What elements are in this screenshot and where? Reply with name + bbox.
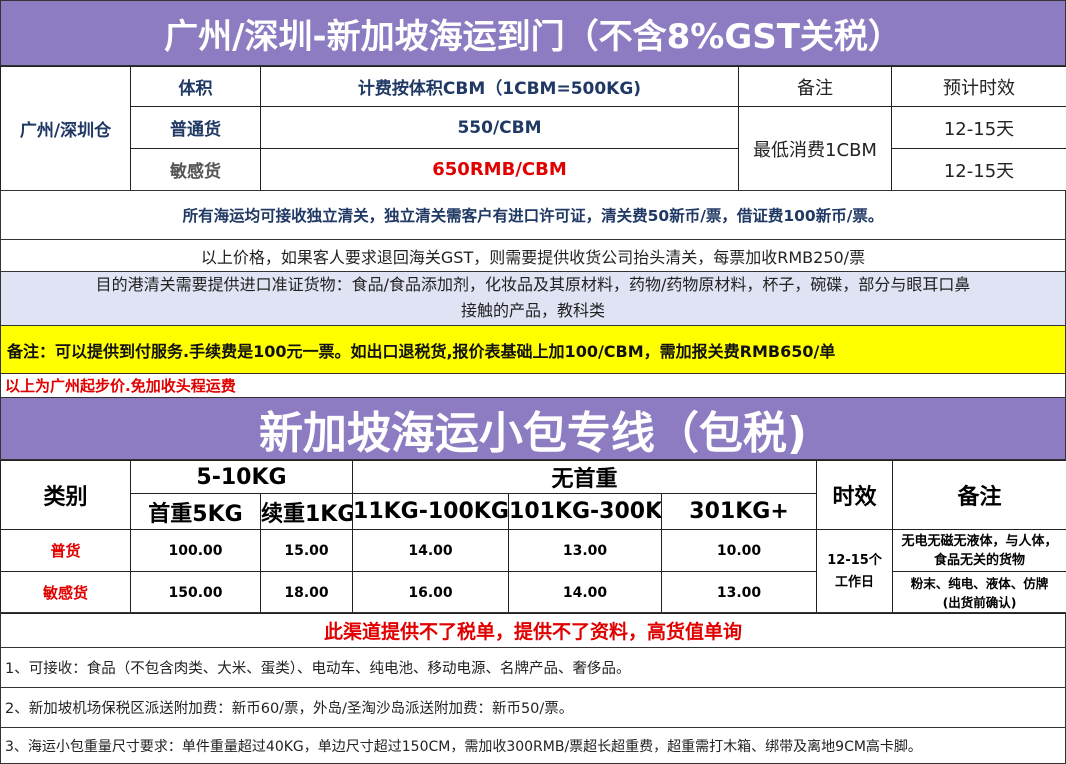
sensitive-row-remark: 粉末、纯电、液体、仿牌 (出货前确认) (892, 571, 1066, 614)
billing-header: 计费按体积CBM（1CBM=500KG) (260, 66, 739, 107)
general-row-301: 10.00 (661, 529, 818, 572)
sea-freight-table: 广州/深圳仓 体积 计费按体积CBM（1CBM=500KG) 备注 预计时效 普… (0, 66, 1066, 191)
group-no-first-weight-header: 无首重 (352, 460, 818, 494)
remark-header: 备注 (738, 66, 892, 107)
general-goods-eta: 12-15天 (891, 106, 1066, 149)
general-row-remark: 无电无磁无液体，与人体，食品无关的货物 (892, 529, 1066, 572)
sensitive-row-101-300: 14.00 (508, 571, 663, 614)
general-row-cont-1kg: 15.00 (259, 529, 354, 572)
sensitive-row-cont-1kg: 18.00 (259, 571, 354, 614)
cod-note: 备注：可以提供到付服务.手续费是100元一票。如出口退税货,报价表基础上加100… (0, 326, 1066, 374)
cont-1kg-header: 续重1KG (259, 493, 354, 530)
tax-warning: 此渠道提供不了税单，提供不了资料，高货值单询 (0, 612, 1066, 648)
parcel-eta-line-1: 12-15个 (827, 552, 882, 568)
min-charge: 最低消费1CBM (738, 106, 892, 191)
general-row-11-100: 14.00 (352, 529, 510, 572)
customs-note: 所有海运均可接收独立清关，独立清关需客户有进口许可证，清关费50新币/票，借证费… (0, 190, 1066, 240)
sensitive-remark-line-1: 粉末、纯电、液体、仿牌 (910, 575, 1049, 591)
permit-note-line-2: 接触的产品，教科类 (460, 301, 605, 320)
remark-header-2: 备注 (892, 460, 1066, 530)
eta-header-2: 时效 (816, 460, 894, 530)
volume-header: 体积 (130, 66, 261, 107)
first-5kg-header: 首重5KG (130, 493, 261, 530)
sensitive-goods-price: 650RMB/CBM (260, 148, 739, 191)
sensitive-row-11-100: 16.00 (352, 571, 510, 614)
group-5-10kg-header: 5-10KG (129, 460, 354, 494)
section2-title: 新加坡海运小包专线（包税) (0, 398, 1066, 460)
weight-size-note: 3、海运小包重量尺寸要求：单件重量超过40KG，单边尺寸超过150CM，需加收3… (0, 728, 1066, 764)
parcel-eta-line-2: 工作日 (835, 574, 875, 590)
range-301-header: 301KG+ (661, 493, 818, 530)
warehouse-label: 广州/深圳仓 (0, 66, 131, 191)
accepted-goods-note: 1、可接收：食品（不包含肉类、大米、蛋类）、电动车、纯电池、移动电源、名牌产品、… (0, 648, 1066, 688)
general-goods-label: 普通货 (130, 106, 261, 149)
eta-header: 预计时效 (891, 66, 1066, 107)
permit-note: 目的港清关需要提供进口准证货物：食品/食品添加剂，化妆品及其原材料，药物/药物原… (0, 272, 1066, 326)
small-parcel-table: 类别 5-10KG 无首重 时效 备注 首重5KG 续重1KG 11KG-100… (0, 460, 1066, 614)
permit-note-line-1: 目的港清关需要提供进口准证货物：食品/食品添加剂，化妆品及其原材料，药物/药物原… (95, 275, 971, 294)
general-row-first-5kg: 100.00 (130, 529, 261, 572)
sensitive-row-301: 13.00 (661, 571, 818, 614)
sensitive-row-label: 敏感货 (0, 571, 131, 614)
category-header: 类别 (0, 460, 131, 530)
price-sheet: 广州/深圳-新加坡海运到门（不含8%GST关税） 广州/深圳仓 体积 计费按体积… (0, 0, 1066, 764)
surcharge-note: 2、新加坡机场保税区派送附加费：新币60/票，外岛/圣淘沙岛派送附加费：新币50… (0, 688, 1066, 728)
sensitive-remark-line-2: (出货前确认) (942, 594, 1017, 610)
sensitive-goods-label: 敏感货 (130, 148, 261, 191)
gst-note: 以上价格，如果客人要求退回海关GST，则需要提供收货公司抬头清关，每票加收RMB… (0, 240, 1066, 272)
sensitive-row-first-5kg: 150.00 (130, 571, 261, 614)
sensitive-goods-eta: 12-15天 (891, 148, 1066, 191)
general-goods-price: 550/CBM (260, 106, 739, 149)
start-price-note: 以上为广州起步价.免加收头程运费 (0, 374, 1066, 398)
range-101-300-header: 101KG-300KG (508, 493, 663, 530)
section1-title: 广州/深圳-新加坡海运到门（不含8%GST关税） (0, 0, 1066, 66)
range-11-100-header: 11KG-100KG (352, 493, 510, 530)
general-row-101-300: 13.00 (508, 529, 663, 572)
parcel-eta: 12-15个 工作日 (816, 529, 894, 614)
general-row-label: 普货 (0, 529, 131, 572)
